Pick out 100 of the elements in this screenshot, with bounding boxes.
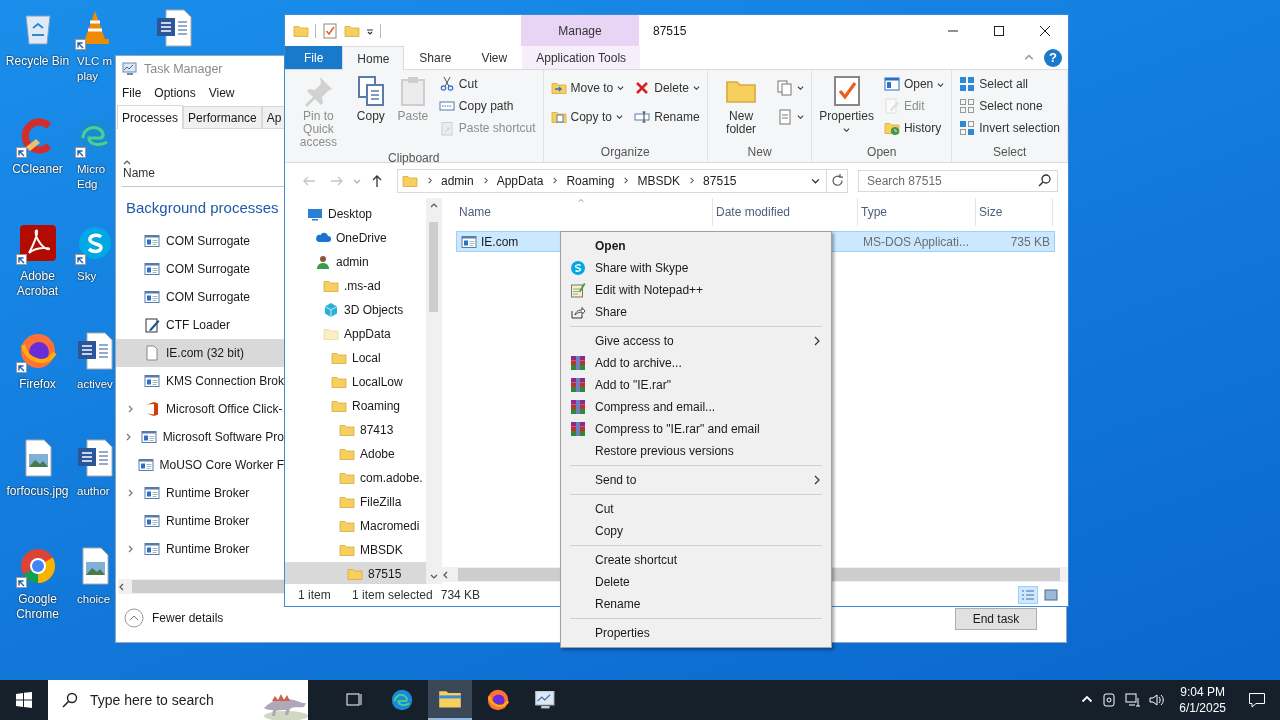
ribbon-button[interactable]: History — [880, 117, 948, 139]
tree-item[interactable]: 87515 — [285, 562, 426, 584]
ribbon-button[interactable]: Copy to — [547, 102, 628, 131]
column-header[interactable]: Size — [976, 198, 1053, 226]
tree-item[interactable]: MBSDK — [285, 538, 426, 562]
end-task-button[interactable]: End task — [955, 608, 1037, 630]
tree-item[interactable]: Local — [285, 346, 426, 370]
menu-item[interactable]: Properties — [561, 622, 831, 644]
tree-item[interactable]: OneDrive — [285, 226, 426, 250]
ribbon-button[interactable]: Cut — [435, 73, 539, 95]
menu-item[interactable]: Add to archive... — [561, 352, 831, 374]
ribbon-button[interactable]: Select all — [956, 73, 1063, 95]
menu-item[interactable]: Copy — [561, 520, 831, 542]
desktop-icon[interactable]: Recycle Bin — [0, 6, 75, 69]
desktop-icon[interactable]: Micro Edg — [75, 113, 115, 192]
desktop-icon[interactable]: forfocus.jpg — [0, 436, 75, 499]
ribbon-button[interactable]: New folder — [711, 73, 771, 138]
menu-item[interactable]: Compress to "IE.rar" and email — [561, 418, 831, 440]
menu-item[interactable]: Add to "IE.rar" — [561, 374, 831, 396]
tree-item[interactable]: LocalLow — [285, 370, 426, 394]
menu-item[interactable]: Send to — [561, 469, 831, 491]
tree-item[interactable]: Macromedi — [285, 514, 426, 538]
ribbon-button[interactable]: Rename — [631, 102, 703, 131]
tab[interactable]: Performance — [183, 106, 262, 128]
process-row[interactable]: COM Surrogate — [116, 255, 284, 283]
desktop-icon[interactable]: Firefox — [0, 328, 75, 392]
horizontal-scrollbar[interactable] — [118, 579, 284, 594]
process-row[interactable]: Microsoft Software Pro — [116, 423, 284, 451]
tree-item[interactable]: Desktop — [285, 202, 426, 226]
menu-item[interactable]: Compress and email... — [561, 396, 831, 418]
column-header[interactable]: Type — [858, 198, 976, 226]
process-row[interactable]: COM Surrogate — [116, 283, 284, 311]
ribbon-tab[interactable]: View — [466, 46, 523, 69]
process-row[interactable]: CTF Loader — [116, 311, 284, 339]
menu-item[interactable]: Cut — [561, 498, 831, 520]
taskbar-app-button[interactable] — [428, 680, 472, 720]
process-row[interactable]: Runtime Broker — [116, 479, 284, 507]
ribbon-tab[interactable]: Home — [342, 46, 405, 70]
menu-item[interactable]: Create shortcut — [561, 549, 831, 571]
desktop-icon[interactable]: author — [75, 436, 115, 499]
clock-date[interactable]: 6/1/2025 — [1179, 700, 1226, 716]
desktop-icon[interactable]: Adobe Acrobat — [0, 221, 75, 299]
column-header[interactable]: Name — [122, 166, 284, 186]
address-bar[interactable]: admin AppData Roaming MBSDK 87515 — [397, 168, 848, 193]
menu-item[interactable]: Restore previous versions — [561, 440, 831, 462]
tree-item[interactable]: FileZilla — [285, 490, 426, 514]
menu-item[interactable]: View — [208, 85, 235, 100]
scrollbar-thumb[interactable] — [429, 222, 438, 312]
ribbon-button[interactable]: Copy path — [435, 95, 539, 117]
process-row[interactable]: COM Surrogate — [116, 227, 284, 255]
process-row[interactable]: MoUSO Core Worker F — [116, 451, 284, 479]
tree-item[interactable]: 3D Objects — [285, 298, 426, 322]
ribbon-button[interactable]: Select none — [956, 95, 1063, 117]
column-header[interactable]: Name — [456, 198, 713, 226]
tree-item[interactable]: Adobe — [285, 442, 426, 466]
ribbon-button[interactable]: Properties — [816, 73, 877, 135]
ribbon-button[interactable]: Delete — [631, 73, 703, 102]
process-row[interactable]: Runtime Broker — [116, 507, 284, 535]
tree-item[interactable]: .ms-ad — [285, 274, 426, 298]
ribbon-button[interactable]: Move to — [547, 73, 628, 102]
vertical-scrollbar[interactable] — [426, 198, 441, 584]
search-field[interactable]: Search 87515 — [858, 169, 1058, 192]
process-row[interactable]: IE.com (32 bit) — [116, 339, 284, 367]
menu-item[interactable]: Edit with Notepad++ — [561, 279, 831, 301]
menu-item[interactable]: Share — [561, 301, 831, 323]
ribbon-button[interactable]: Invert selection — [956, 117, 1063, 139]
tree-item[interactable]: Roaming — [285, 394, 426, 418]
tree-item[interactable]: AppData — [285, 322, 426, 346]
menu-item[interactable]: Share with Skype — [561, 257, 831, 279]
scrollbar-thumb[interactable] — [132, 580, 284, 593]
menu-item[interactable]: Give access to — [561, 330, 831, 352]
process-row[interactable]: Microsoft Office Click- — [116, 395, 284, 423]
column-header[interactable]: Date modified — [713, 198, 858, 226]
desktop-icon[interactable]: activev — [75, 328, 115, 392]
ribbon-tab[interactable]: Application Tools — [522, 46, 641, 69]
ribbon-tab[interactable]: File — [285, 46, 343, 69]
help-button[interactable]: ? — [1044, 48, 1062, 67]
desktop-icon[interactable]: CCleaner — [0, 113, 75, 177]
tree-item[interactable]: 87413 — [285, 418, 426, 442]
view-button[interactable] — [1041, 586, 1061, 604]
ribbon-button[interactable]: Open — [880, 73, 948, 95]
menu-item[interactable]: Options — [154, 85, 196, 100]
menu-item[interactable]: Open — [561, 235, 831, 257]
desktop-icon[interactable]: VLC m play — [75, 6, 115, 84]
tree-item[interactable]: admin — [285, 250, 426, 274]
tab[interactable]: Processes — [117, 105, 184, 129]
desktop-icon[interactable]: Sky — [75, 221, 115, 284]
clock-time[interactable]: 9:04 PM — [1180, 684, 1225, 700]
tree-item[interactable]: com.adobe. — [285, 466, 426, 490]
ribbon-tab[interactable]: Share — [404, 46, 467, 69]
menu-item[interactable]: File — [122, 85, 142, 100]
process-row[interactable]: Runtime Broker — [116, 535, 284, 563]
desktop-icon[interactable] — [154, 6, 194, 50]
desktop-icon[interactable]: choice — [75, 543, 115, 607]
menu-item[interactable]: Delete — [561, 571, 831, 593]
search-field[interactable]: Type here to search — [48, 680, 308, 720]
desktop-icon[interactable]: Google Chrome — [0, 543, 75, 622]
view-button[interactable] — [1018, 586, 1038, 604]
fewer-details-button[interactable]: Fewer details — [124, 608, 224, 628]
process-row[interactable]: KMS Connection Brok — [116, 367, 284, 395]
